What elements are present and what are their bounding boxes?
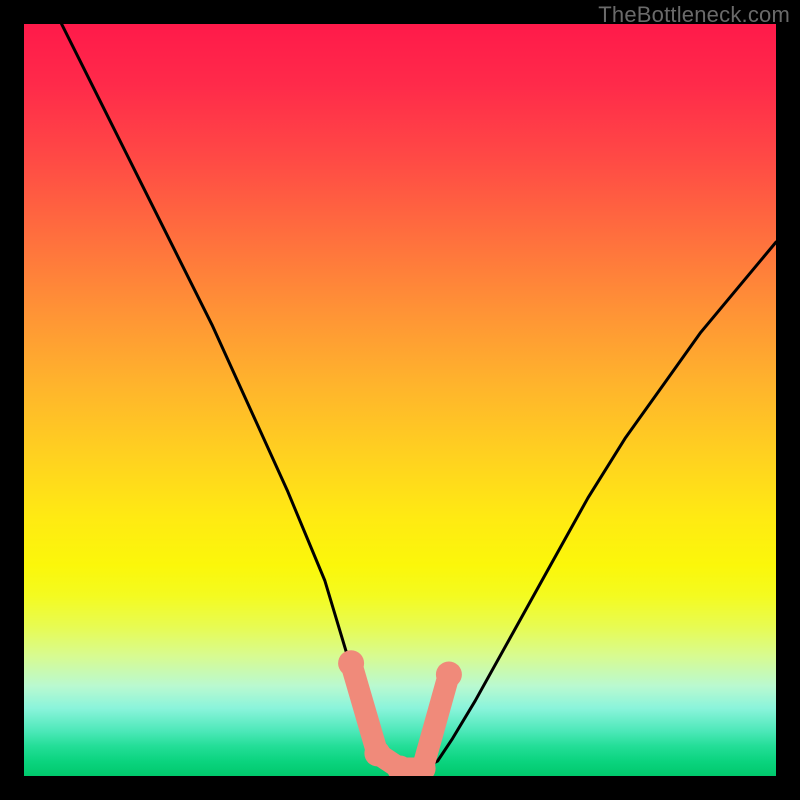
- heat-gradient-background: [24, 24, 776, 776]
- chart-frame: TheBottleneck.com: [0, 0, 800, 800]
- plot-area: [24, 24, 776, 776]
- watermark-label: TheBottleneck.com: [598, 2, 790, 28]
